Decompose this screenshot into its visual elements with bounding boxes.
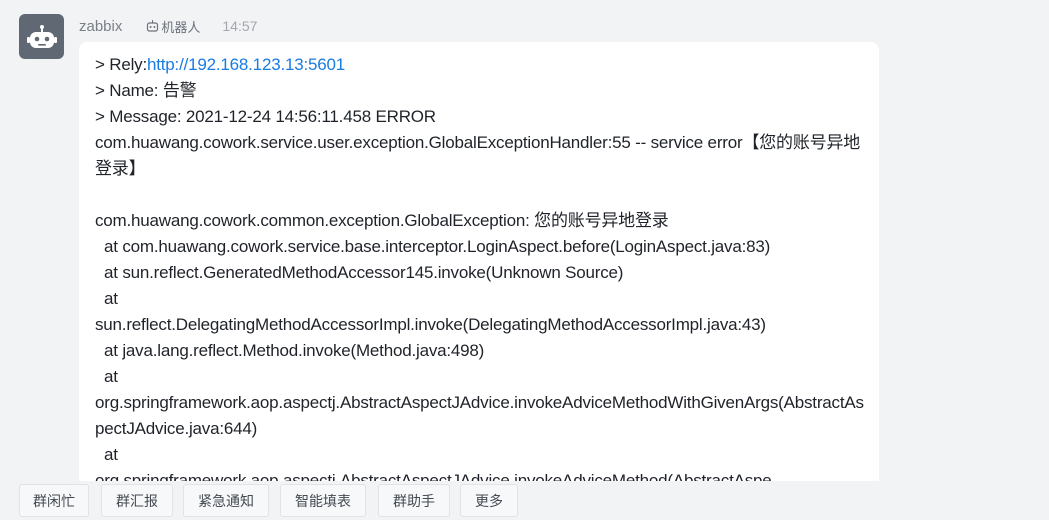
quick-action-smart-form[interactable]: 智能填表 (280, 484, 366, 517)
message-header: zabbix 机器人 14:57 (79, 15, 257, 37)
message-time: 14:57 (222, 18, 258, 34)
robot-icon (26, 24, 57, 48)
message-line (95, 182, 869, 208)
message-line: at (95, 445, 118, 464)
chat-area: zabbix 机器人 14:57 > Rely:http://192.168.1… (0, 0, 1049, 520)
sender-name[interactable]: zabbix (79, 18, 122, 35)
quick-action-urgent-notice[interactable]: 紧急通知 (183, 484, 269, 517)
message-line: at java.lang.reflect.Method.invoke(Metho… (95, 341, 485, 360)
quick-action-bar: 群闲忙 群汇报 紧急通知 智能填表 群助手 更多 (0, 481, 1049, 520)
quick-action-group-assistant[interactable]: 群助手 (378, 484, 450, 517)
message-line: org.springframework.aop.aspectj.Abstract… (95, 393, 864, 438)
message-text: > Rely:http://192.168.123.13:5601 > Name… (95, 52, 869, 494)
message-line: > Rely:http://192.168.123.13:5601 (95, 55, 346, 74)
quick-action-qun-huibao[interactable]: 群汇报 (101, 484, 173, 517)
message-line: sun.reflect.DelegatingMethodAccessorImpl… (95, 315, 766, 334)
message-line: at (95, 367, 118, 386)
bot-badge: 机器人 (146, 17, 200, 36)
message-line: at sun.reflect.GeneratedMethodAccessor14… (95, 263, 624, 282)
bot-badge-label: 机器人 (161, 19, 201, 35)
message-line: > Name: 告警 (95, 81, 197, 100)
quick-action-more[interactable]: 更多 (460, 484, 518, 517)
message-line: > Message: 2021-12-24 14:56:11.458 ERROR (95, 107, 436, 126)
message-bubble[interactable]: > Rely:http://192.168.123.13:5601 > Name… (79, 42, 879, 502)
robot-small-icon (147, 20, 159, 32)
quick-action-qun-xianmang[interactable]: 群闲忙 (19, 484, 89, 517)
message-line: at (95, 289, 118, 308)
sender-avatar[interactable] (19, 14, 64, 59)
message-line: com.huawang.cowork.service.user.exceptio… (95, 133, 861, 178)
message-line: com.huawang.cowork.common.exception.Glob… (95, 211, 669, 230)
message-line: at com.huawang.cowork.service.base.inter… (95, 237, 771, 256)
rely-link[interactable]: http://192.168.123.13:5601 (147, 55, 345, 74)
